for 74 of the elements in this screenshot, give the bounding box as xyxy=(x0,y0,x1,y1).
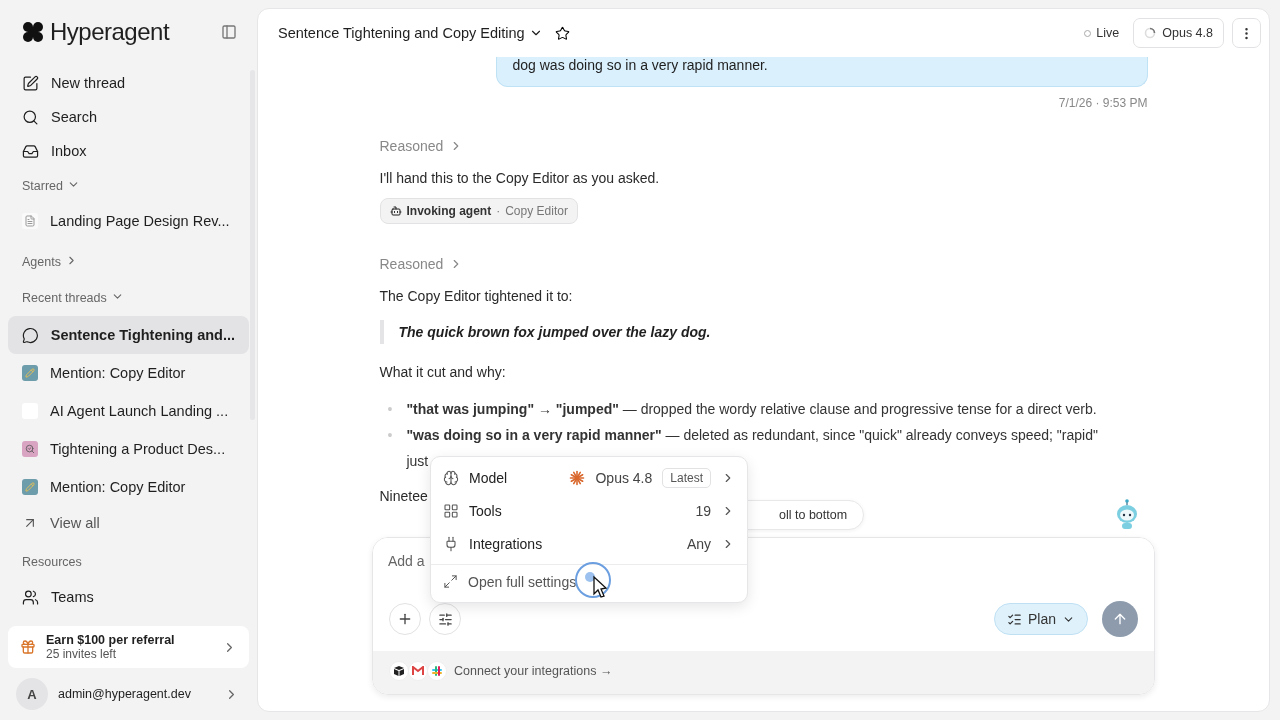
open-settings-item[interactable]: Open full settings xyxy=(431,565,747,598)
reasoned-toggle[interactable]: Reasoned xyxy=(379,138,464,154)
nav-item[interactable]: Inbox xyxy=(8,134,249,168)
section-title: Resources xyxy=(22,555,82,569)
gift-icon xyxy=(20,639,36,655)
expand-icon xyxy=(443,574,458,589)
box-app-icon xyxy=(389,661,409,681)
plan-mode-button[interactable]: Plan xyxy=(993,603,1088,635)
thread-item[interactable]: Tightening a Product Des... xyxy=(8,430,249,468)
agent-name: Copy Editor xyxy=(505,204,568,218)
brand-name: Hyperagent xyxy=(50,18,170,46)
message-text: What it cut and why: xyxy=(379,364,507,380)
spinner-icon xyxy=(1144,27,1157,39)
referral-card[interactable]: Earn $100 per referral 25 invites left xyxy=(8,626,249,668)
robot-mascot-icon xyxy=(1115,499,1139,531)
message-text: I'll hand this to the Copy Editor as you asked. xyxy=(379,170,661,186)
checklist-icon xyxy=(1006,611,1022,627)
pencil-icon xyxy=(22,479,38,495)
nav-item[interactable]: New thread xyxy=(8,66,249,100)
search-icon xyxy=(22,108,39,126)
bullet-marker: • xyxy=(387,426,393,445)
model-button[interactable]: Opus 4.8 xyxy=(1133,18,1224,48)
nav-item[interactable]: Search xyxy=(8,100,249,134)
plus-icon xyxy=(397,611,413,627)
send-button[interactable] xyxy=(1102,601,1138,637)
bullet-marker: • xyxy=(387,400,393,419)
mail-app-icon xyxy=(408,661,428,681)
quote-text: The quick brown fox jumped over the lazy dog. xyxy=(379,320,1148,344)
user-email[interactable]: admin@hyperagent.dev xyxy=(58,687,214,701)
referral-title: Earn $100 per referral xyxy=(46,633,176,647)
message-text: Ninetee xyxy=(379,488,429,504)
robot-icon xyxy=(389,205,402,217)
thread-item[interactable]: AI Agent Launch Landing ... xyxy=(8,392,249,430)
section-title[interactable]: Recent threads xyxy=(22,291,107,305)
nav-item[interactable]: Teams xyxy=(8,580,249,614)
document-icon xyxy=(22,213,38,229)
magnifier-icon xyxy=(22,441,38,457)
plug-icon xyxy=(443,535,459,552)
chip-label: Invoking agent xyxy=(406,204,492,218)
reasoned-toggle[interactable]: Reasoned xyxy=(379,256,464,272)
chat-icon xyxy=(22,326,39,344)
referral-subtitle: 25 invites left xyxy=(46,647,118,661)
sidebar-toggle-icon[interactable] xyxy=(221,24,237,40)
view-all-link[interactable]: View all xyxy=(8,506,249,540)
more-button[interactable] xyxy=(1232,18,1261,48)
sliders-icon xyxy=(437,611,453,627)
latest-badge: Latest xyxy=(662,467,711,488)
section-title[interactable]: Agents xyxy=(22,255,61,269)
message-time: 7/1/26 · 9:53 PM xyxy=(1058,96,1148,110)
user-message: dog was doing so in a very rapid manner. xyxy=(495,57,1148,87)
edit-icon xyxy=(22,74,39,92)
sunburst-icon xyxy=(569,469,586,486)
thread-title[interactable]: Sentence Tightening and Copy Editing xyxy=(278,25,543,41)
inbox-icon xyxy=(22,142,39,160)
thread-item[interactable]: Mention: Copy Editor xyxy=(8,468,249,506)
bullet-text: "that was jumping" → "jumped" — dropped the wordy relative clause and progressive tense for a direct verb. xyxy=(406,400,1098,419)
user-avatar: A xyxy=(16,678,48,710)
brain-icon xyxy=(443,469,459,486)
thread-item[interactable]: Mention: Copy Editor xyxy=(8,354,249,392)
chat-app-icon xyxy=(427,661,447,681)
logo-icon xyxy=(22,21,44,43)
pencil-icon xyxy=(22,365,38,381)
starred-item[interactable]: Landing Page Design Rev... xyxy=(8,204,249,238)
settings-button[interactable] xyxy=(429,603,461,635)
star-icon xyxy=(554,25,570,41)
section-title[interactable]: Starred xyxy=(22,179,63,193)
thread-item[interactable]: Sentence Tightening and... xyxy=(8,316,249,354)
live-status: Live xyxy=(1084,26,1120,40)
separator-dot: · xyxy=(496,204,501,218)
message-text: The Copy Editor tightened it to: xyxy=(379,288,574,304)
connect-integrations-link[interactable]: Connect your integrations → xyxy=(454,664,613,678)
add-button[interactable] xyxy=(389,603,421,635)
grid-icon xyxy=(443,502,459,519)
people-icon xyxy=(22,588,39,606)
